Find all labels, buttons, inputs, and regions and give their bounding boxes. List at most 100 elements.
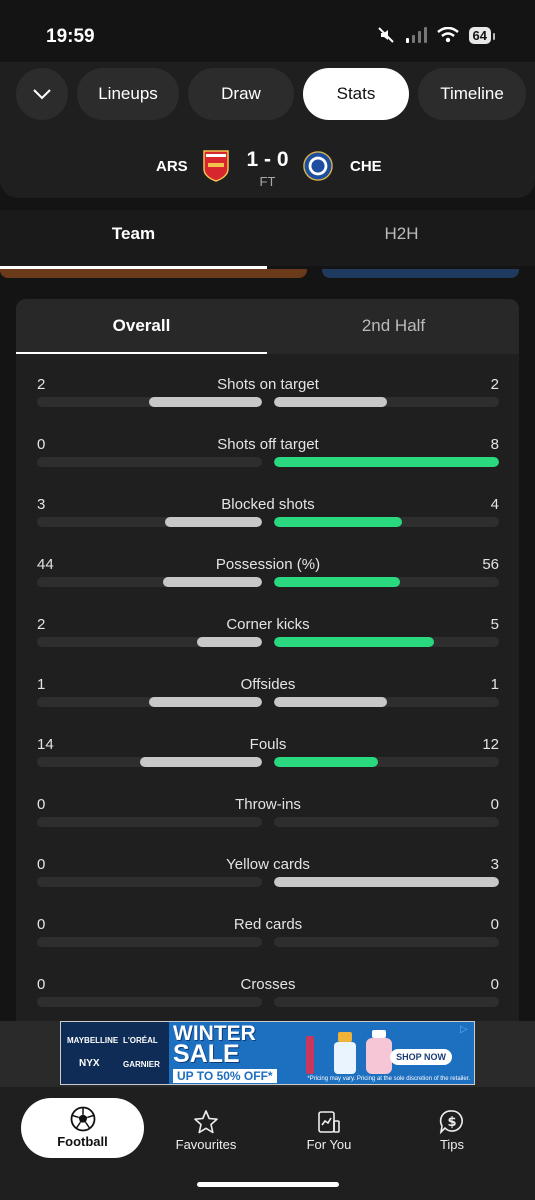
stat-row: 0 Yellow cards 3 [37, 856, 499, 906]
stat-away-bar-track [274, 517, 499, 527]
chelsea-crest-icon [303, 151, 333, 181]
match-header: Lineups Draw Stats Timeline ARS 1 - 0 FT… [0, 62, 535, 198]
stat-home-bar-track [37, 937, 262, 947]
status-bar: 19:59 64 [0, 0, 535, 62]
nav-favourites[interactable]: Favourites [146, 1101, 266, 1159]
stat-label: Offsides [240, 676, 296, 693]
ad-creative[interactable]: MAYBELLINE L'ORÉAL NYX GARNIER WINTER SA… [60, 1021, 475, 1085]
peek-banner-left [0, 269, 307, 278]
for-you-icon [318, 1111, 340, 1133]
stat-home-bar-track [37, 757, 262, 767]
stat-label: Throw-ins [235, 796, 301, 813]
tab-overall[interactable]: Overall [16, 316, 267, 336]
match-status: FT [259, 174, 276, 189]
stat-home-bar-track [37, 997, 262, 1007]
stat-away-bar [274, 877, 499, 887]
stat-home-bar-track [37, 817, 262, 827]
stat-row: 2 Shots on target 2 [37, 376, 499, 426]
stat-home-bar [165, 517, 262, 527]
nav-label: Football [57, 1134, 108, 1149]
stat-home-bar [149, 697, 262, 707]
stat-away-bar-track [274, 397, 499, 407]
stat-label: Possession (%) [215, 556, 321, 573]
tab-lineups[interactable]: Lineups [77, 68, 179, 120]
nav-label: For You [306, 1137, 352, 1152]
nav-tips[interactable]: $ Tips [392, 1101, 512, 1159]
stat-away-bar [274, 637, 434, 647]
wifi-icon [436, 27, 459, 43]
stats-card: Overall 2nd Half 2 Shots on target 2 0 Shots… [16, 299, 519, 1029]
stat-away-bar-track [274, 817, 499, 827]
stat-home-bar-track [37, 637, 262, 647]
collapse-button[interactable] [16, 68, 68, 120]
nav-label: Tips [439, 1137, 465, 1152]
stat-home-bar-track [37, 397, 262, 407]
svg-text:$: $ [447, 1115, 456, 1130]
peek-banner-right [322, 269, 519, 278]
stat-label: Corner kicks [226, 616, 310, 633]
chevron-down-icon [33, 89, 51, 100]
scoreline: ARS 1 - 0 FT CHE [0, 144, 535, 189]
score: 1 - 0 [246, 148, 289, 171]
stat-row: 0 Red cards 0 [37, 916, 499, 966]
nav-for-you[interactable]: For You [269, 1101, 389, 1159]
stat-away-bar-track [274, 757, 499, 767]
adchoices-icon[interactable]: ▷ [460, 1024, 472, 1036]
stat-home-bar-track [37, 517, 262, 527]
tab-team[interactable]: Team [0, 224, 267, 244]
stat-away-value: 8 [490, 436, 499, 453]
stat-away-value: 0 [490, 976, 499, 993]
mute-icon [377, 27, 394, 43]
ad-shop-now-button[interactable]: SHOP NOW [390, 1049, 452, 1065]
ad-banner: MAYBELLINE L'ORÉAL NYX GARNIER WINTER SA… [0, 1021, 535, 1087]
ad-brand: NYX [79, 1058, 100, 1069]
tab-draw[interactable]: Draw [188, 68, 294, 120]
nav-football[interactable]: Football [21, 1098, 144, 1158]
away-team-code: CHE [350, 158, 382, 175]
tab-timeline[interactable]: Timeline [418, 68, 526, 120]
stat-away-bar-track [274, 577, 499, 587]
stat-row: 14 Fouls 12 [37, 736, 499, 786]
ad-brand: L'ORÉAL [123, 1036, 158, 1045]
stat-away-bar [274, 757, 378, 767]
stat-away-bar-track [274, 697, 499, 707]
ad-fine-print: *Pricing may vary. Pricing at the sole d… [307, 1076, 470, 1082]
stat-label: Shots on target [217, 376, 319, 393]
tab-h2h[interactable]: H2H [268, 224, 535, 244]
stat-row: 2 Corner kicks 5 [37, 616, 499, 666]
tab-2nd-half[interactable]: 2nd Half [268, 316, 519, 336]
stat-away-bar-track [274, 997, 499, 1007]
stat-home-bar-track [37, 877, 262, 887]
status-time: 19:59 [46, 26, 95, 47]
stat-home-bar [140, 757, 262, 767]
ad-offer: UP TO 50% OFF* [173, 1069, 277, 1083]
ad-brand-list: MAYBELLINE L'ORÉAL NYX GARNIER [61, 1022, 169, 1084]
stat-away-value: 4 [490, 496, 499, 513]
stat-away-bar [274, 577, 400, 587]
stat-away-value: 1 [490, 676, 499, 693]
stat-away-bar-track [274, 637, 499, 647]
ad-headline: WINTER SALE [173, 1023, 256, 1067]
stat-row: 0 Throw-ins 0 [37, 796, 499, 846]
match-nav: Lineups Draw Stats Timeline [16, 68, 526, 120]
signal-icon [405, 27, 427, 43]
stat-away-value: 3 [490, 856, 499, 873]
stat-away-bar [274, 397, 387, 407]
tab-stats[interactable]: Stats [303, 68, 409, 120]
stat-label: Red cards [233, 916, 303, 933]
stat-home-bar-track [37, 577, 262, 587]
stat-row: 0 Shots off target 8 [37, 436, 499, 486]
ad-brand: MAYBELLINE [67, 1036, 119, 1045]
battery-indicator: 64 [468, 26, 496, 44]
ad-brand: GARNIER [123, 1060, 160, 1069]
stat-away-bar-track [274, 937, 499, 947]
stat-away-value: 5 [490, 616, 499, 633]
stat-row: 3 Blocked shots 4 [37, 496, 499, 546]
home-indicator[interactable] [197, 1182, 339, 1187]
stat-away-bar [274, 457, 499, 467]
status-icons: 64 [377, 26, 496, 44]
stat-label: Crosses [240, 976, 296, 993]
stat-away-bar [274, 517, 402, 527]
stat-label: Fouls [249, 736, 287, 753]
stat-away-bar-track [274, 457, 499, 467]
